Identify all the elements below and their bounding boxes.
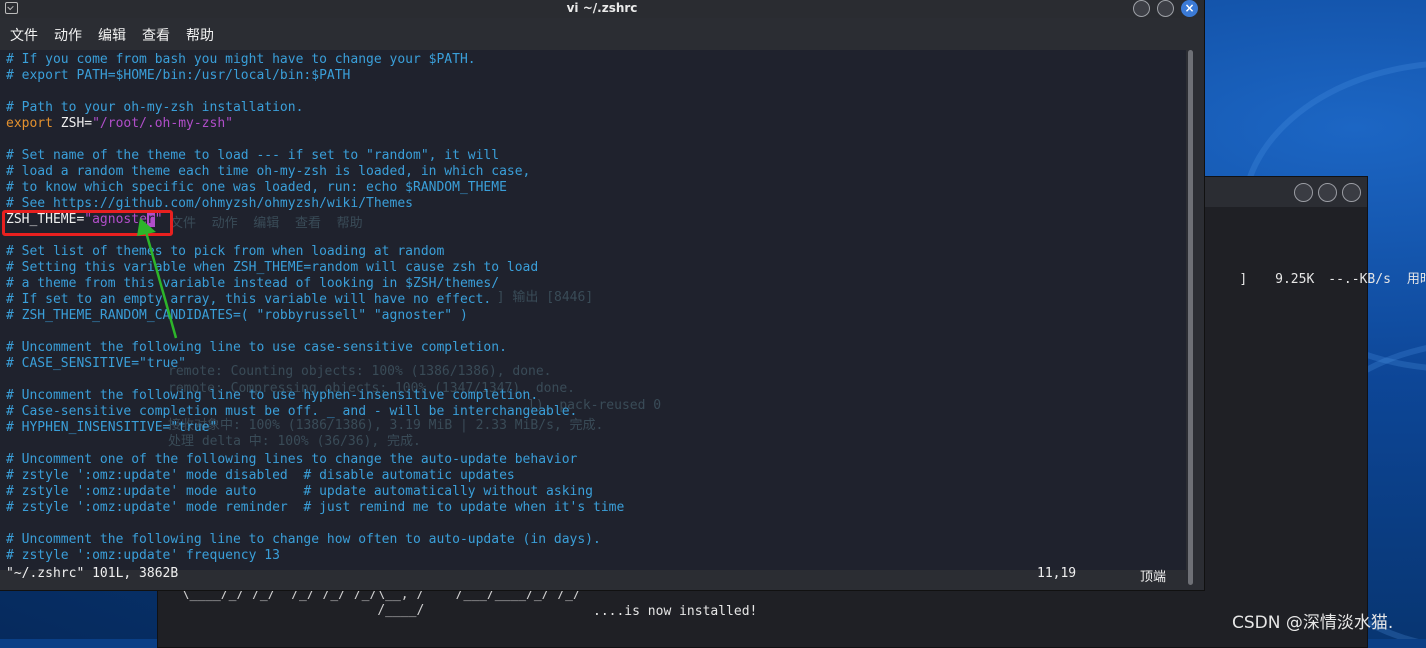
progress-speed: --.-KB/s [1328,272,1391,287]
code-token: # Path to your oh-my-zsh installation. [6,100,304,115]
window-titlebar[interactable]: vi ~/.zshrc × [0,0,1204,18]
minimize-icon[interactable] [1133,0,1150,17]
installed-message: ....is now installed! [593,604,758,619]
status-cursor-position: 11,19 [1037,566,1077,581]
vi-editor-buffer[interactable]: 文件 动作 编辑 查看 帮助 ] 输出 [8446] remote: Count… [0,50,1186,570]
ascii-art-logo: \____/_/ /_/ /_/ /_/ /_/\__, / /___/____… [166,587,581,619]
code-token: # load a random theme each time oh-my-zs… [6,164,531,179]
editor-line: # Uncomment the following line to change… [6,532,601,548]
code-token: # zstyle ':omz:update' frequency 13 [6,548,280,563]
editor-line: # Set name of the theme to load --- if s… [6,148,499,164]
editor-line: # Case-sensitive completion must be off.… [6,404,577,420]
status-scroll-position: 顶端 [1140,570,1167,585]
code-token: # zstyle ':omz:update' mode reminder # j… [6,500,625,515]
menu-action[interactable]: 动作 [54,25,82,45]
menu-edit[interactable]: 编辑 [98,25,126,45]
menu-bar: 文件 动作 编辑 查看 帮助 [0,22,1204,48]
code-token: # Uncomment one of the following lines t… [6,452,578,467]
editor-line: # zstyle ':omz:update' mode reminder # j… [6,500,624,516]
code-token: # zstyle ':omz:update' mode disabled # d… [6,468,515,483]
editor-line: # load a random theme each time oh-my-zs… [6,164,530,180]
ghost-output-line: remote: Counting objects: 100% (1386/138… [168,364,552,379]
code-token: # Case-sensitive completion must be off.… [6,404,578,419]
editor-line: # Uncomment one of the following lines t… [6,452,577,468]
editor-line: # Path to your oh-my-zsh installation. [6,100,303,116]
editor-line: # Uncomment the following line to use ca… [6,340,507,356]
code-token: # ZSH_THEME_RANDOM_CANDIDATES=( "robbyru… [6,308,468,323]
code-token: # Uncomment the following line to use hy… [6,388,539,403]
editor-line: export ZSH="/root/.oh-my-zsh" [6,116,233,132]
bg-maximize-icon[interactable] [1318,183,1337,202]
editor-line: # export PATH=$HOME/bin:/usr/local/bin:$… [6,68,350,84]
maximize-icon[interactable] [1157,0,1174,17]
ghost-menu-text: 文件 动作 编辑 查看 帮助 [170,216,363,231]
editor-line: # to know which specific one was loaded,… [6,180,507,196]
code-token: # If set to an empty array, this variabl… [6,292,492,307]
code-token: # Set list of themes to pick from when l… [6,244,445,259]
code-token: # If you come from bash you might have t… [6,52,476,67]
code-token: ZSH= [52,116,93,131]
annotation-highlight-box [2,210,173,236]
editor-line: # ZSH_THEME_RANDOM_CANDIDATES=( "robbyru… [6,308,468,324]
menu-help[interactable]: 帮助 [186,25,214,45]
progress-time-label: 用时 [1406,272,1426,287]
editor-line: # Uncomment the following line to use hy… [6,388,538,404]
code-token: "/root/.oh-my-zsh" [92,116,233,131]
editor-line: # If you come from bash you might have t… [6,52,476,68]
ascii-line: /____/ [166,603,425,618]
code-token: # HYPHEN_INSENSITIVE="true" [6,420,218,435]
download-progress-text: ]9.25K--.-KB/s用时0s [1208,253,1426,302]
code-token: # Uncomment the following line to change… [6,532,601,547]
code-token: # Set name of the theme to load --- if s… [6,148,500,163]
scrollbar[interactable] [1188,50,1193,585]
bg-minimize-icon[interactable] [1294,183,1313,202]
menu-file[interactable]: 文件 [10,25,38,45]
editor-line: # If set to an empty array, this variabl… [6,292,491,308]
code-token: # a theme from this variable instead of … [6,276,500,291]
editor-line: # zstyle ':omz:update' mode disabled # d… [6,468,515,484]
editor-line: # a theme from this variable instead of … [6,276,499,292]
editor-line: # CASE_SENSITIVE="true" [6,356,186,372]
editor-line: # Set list of themes to pick from when l… [6,244,444,260]
code-token: # CASE_SENSITIVE="true" [6,356,187,371]
code-token: export [6,116,53,131]
status-file-info: "~/.zshrc" 101L, 3862B [6,566,179,581]
progress-size: 9.25K [1275,272,1315,287]
close-icon[interactable]: × [1181,0,1198,17]
code-token: # export PATH=$HOME/bin:/usr/local/bin:$… [6,68,351,83]
code-token: # See https://github.com/ohmyzsh/ohmyzsh… [6,196,413,211]
bg-close-icon[interactable] [1342,183,1361,202]
vi-terminal-window[interactable]: vi ~/.zshrc × 文件 动作 编辑 查看 帮助 文件 动作 编辑 查看… [0,0,1205,591]
editor-line: # Setting this variable when ZSH_THEME=r… [6,260,538,276]
csdn-watermark: CSDN @深情淡水猫. [1232,613,1394,633]
code-token: # to know which specific one was loaded,… [6,180,507,195]
window-title: vi ~/.zshrc [566,1,638,15]
editor-line: # zstyle ':omz:update' frequency 13 [6,548,280,564]
editor-line: # zstyle ':omz:update' mode auto # updat… [6,484,593,500]
code-token: # zstyle ':omz:update' mode auto # updat… [6,484,593,499]
progress-bracket: ] [1239,272,1248,287]
code-token: # Uncomment the following line to use ca… [6,340,507,355]
menu-view[interactable]: 查看 [142,25,170,45]
editor-line: # HYPHEN_INSENSITIVE="true" [6,420,217,436]
code-token: # Setting this variable when ZSH_THEME=r… [6,260,539,275]
